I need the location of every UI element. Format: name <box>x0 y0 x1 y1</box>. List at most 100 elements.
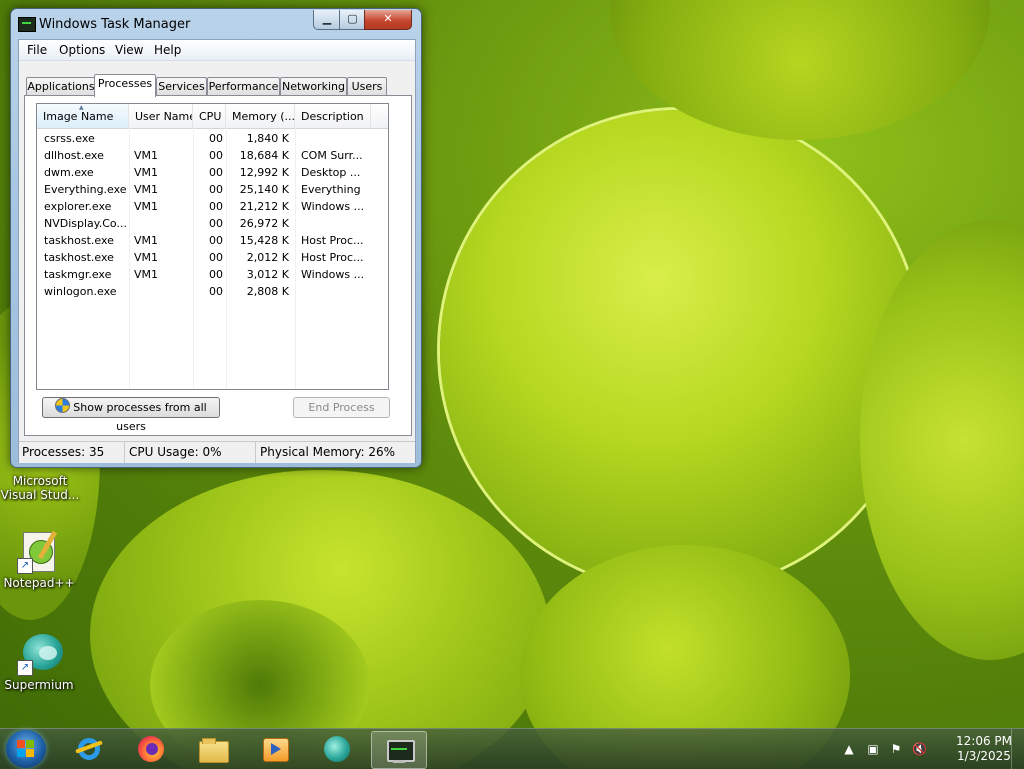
cell-image-name: taskhost.exe <box>44 234 114 247</box>
column-header-user-name[interactable]: User Name <box>129 104 193 128</box>
cell-user-name: VM1 <box>134 183 159 196</box>
end-process-button[interactable]: End Process <box>293 397 390 418</box>
table-row[interactable]: csrss.exe 00 1,840 K <box>37 130 388 147</box>
cell-memory: 18,684 K <box>239 149 289 162</box>
title-bar[interactable]: Windows Task Manager ▁ ▢ ✕ <box>11 9 421 39</box>
desktop-icon-supermium[interactable]: ↗ Supermium <box>0 632 79 692</box>
cell-description: Windows ... <box>301 200 365 213</box>
status-physical-memory: Physical Memory: 26% <box>260 445 396 459</box>
column-header-filler <box>371 104 388 128</box>
taskbar-item-file-explorer[interactable] <box>186 731 240 767</box>
minimize-button[interactable]: ▁ <box>313 10 341 30</box>
volume-muted-icon[interactable]: 🔇 <box>912 742 927 756</box>
task-manager-icon <box>385 736 415 764</box>
show-all-processes-button[interactable]: Show processes from all users <box>42 397 220 433</box>
tab-processes[interactable]: Processes <box>94 74 156 97</box>
cell-user-name: VM1 <box>134 200 159 213</box>
table-row[interactable]: explorer.exe VM1 00 21,212 K Windows ... <box>37 198 388 215</box>
desktop-icon-notepad-plus-plus[interactable]: ↗ Notepad++ <box>0 530 79 590</box>
windows-logo-icon <box>17 740 35 758</box>
table-row[interactable]: NVDisplay.Co... 00 26,972 K <box>37 215 388 232</box>
cell-image-name: winlogon.exe <box>44 285 117 298</box>
column-header-label: User Name <box>135 110 193 123</box>
supermium-icon: ↗ <box>17 632 63 676</box>
cell-image-name: NVDisplay.Co... <box>44 217 127 230</box>
cell-memory: 2,012 K <box>246 251 289 264</box>
taskbar-item-internet-explorer[interactable] <box>62 731 116 767</box>
maximize-button[interactable]: ▢ <box>339 10 366 30</box>
tab-users[interactable]: Users <box>347 77 387 96</box>
process-list-header: ▲ Image Name User Name CPU Memory (... D… <box>37 104 388 129</box>
network-icon[interactable]: ▣ <box>866 742 880 756</box>
menu-view[interactable]: View <box>115 43 143 57</box>
cell-memory: 3,012 K <box>246 268 289 281</box>
clock-date: 1/3/2025 <box>957 749 1011 763</box>
column-header-image-name[interactable]: ▲ Image Name <box>37 104 129 128</box>
cell-memory: 25,140 K <box>239 183 289 196</box>
table-row[interactable]: taskhost.exe VM1 00 2,012 K Host Proc... <box>37 249 388 266</box>
cell-user-name: VM1 <box>134 166 159 179</box>
tab-applications[interactable]: Applications <box>26 77 96 96</box>
show-hidden-icons-arrow[interactable]: ▲ <box>842 742 856 756</box>
process-list[interactable]: ▲ Image Name User Name CPU Memory (... D… <box>36 103 389 390</box>
cell-cpu: 00 <box>209 234 223 247</box>
notepad-plus-plus-icon: ↗ <box>17 530 61 574</box>
task-manager-app-icon <box>18 17 36 32</box>
media-player-icon <box>261 735 289 763</box>
taskbar-item-firefox[interactable] <box>124 731 178 767</box>
supermium-icon <box>323 735 351 763</box>
cell-description: Everything <box>301 183 361 196</box>
cell-cpu: 00 <box>209 183 223 196</box>
supermium-label: Supermium <box>4 678 74 692</box>
cell-user-name: VM1 <box>134 251 159 264</box>
table-row[interactable]: winlogon.exe 00 2,808 K <box>37 283 388 300</box>
folder-icon <box>199 735 229 763</box>
cell-description: Desktop ... <box>301 166 361 179</box>
desktop-icon-visual-studio[interactable]: Microsoft Visual Stud... <box>0 474 80 502</box>
tab-networking[interactable]: Networking <box>280 77 347 96</box>
tab-services[interactable]: Services <box>156 77 207 96</box>
column-header-description[interactable]: Description <box>295 104 371 128</box>
cell-memory: 1,840 K <box>246 132 289 145</box>
start-button[interactable] <box>6 730 46 768</box>
cell-cpu: 00 <box>209 217 223 230</box>
column-header-memory[interactable]: Memory (... <box>226 104 295 128</box>
taskbar-item-media-player[interactable] <box>248 731 302 767</box>
taskbar-item-supermium[interactable] <box>310 731 364 767</box>
taskbar-item-task-manager[interactable] <box>371 731 427 769</box>
table-row[interactable]: Everything.exe VM1 00 25,140 K Everythin… <box>37 181 388 198</box>
clock-time: 12:06 PM <box>956 734 1012 748</box>
cell-cpu: 00 <box>209 200 223 213</box>
window-title: Windows Task Manager <box>39 17 191 32</box>
status-processes: Processes: 35 <box>19 442 125 463</box>
menu-file[interactable]: File <box>27 43 47 57</box>
shortcut-arrow-icon: ↗ <box>17 660 33 676</box>
cell-memory: 2,808 K <box>246 285 289 298</box>
column-header-cpu[interactable]: CPU <box>193 104 226 128</box>
cell-image-name: dllhost.exe <box>44 149 104 162</box>
cell-cpu: 00 <box>209 149 223 162</box>
cell-cpu: 00 <box>209 166 223 179</box>
cell-image-name: taskmgr.exe <box>44 268 112 281</box>
table-row[interactable]: taskhost.exe VM1 00 15,428 K Host Proc..… <box>37 232 388 249</box>
cell-image-name: dwm.exe <box>44 166 94 179</box>
table-row[interactable]: dllhost.exe VM1 00 18,684 K COM Surr... <box>37 147 388 164</box>
cell-image-name: explorer.exe <box>44 200 112 213</box>
cell-cpu: 00 <box>209 285 223 298</box>
cell-cpu: 00 <box>209 251 223 264</box>
sort-ascending-icon: ▲ <box>79 104 84 111</box>
table-row[interactable]: dwm.exe VM1 00 12,992 K Desktop ... <box>37 164 388 181</box>
close-button[interactable]: ✕ <box>364 10 412 30</box>
menu-help[interactable]: Help <box>154 43 181 57</box>
cell-cpu: 00 <box>209 132 223 145</box>
clock[interactable]: 12:06 PM 1/3/2025 <box>954 734 1014 764</box>
cell-image-name: taskhost.exe <box>44 251 114 264</box>
show-desktop-button[interactable] <box>1011 729 1024 769</box>
menu-options[interactable]: Options <box>59 43 105 57</box>
tab-performance[interactable]: Performance <box>207 77 280 96</box>
table-row[interactable]: taskmgr.exe VM1 00 3,012 K Windows ... <box>37 266 388 283</box>
cell-image-name: Everything.exe <box>44 183 127 196</box>
action-center-flag-icon[interactable]: ⚑ <box>889 742 903 756</box>
cell-memory: 12,992 K <box>239 166 289 179</box>
cell-user-name: VM1 <box>134 268 159 281</box>
